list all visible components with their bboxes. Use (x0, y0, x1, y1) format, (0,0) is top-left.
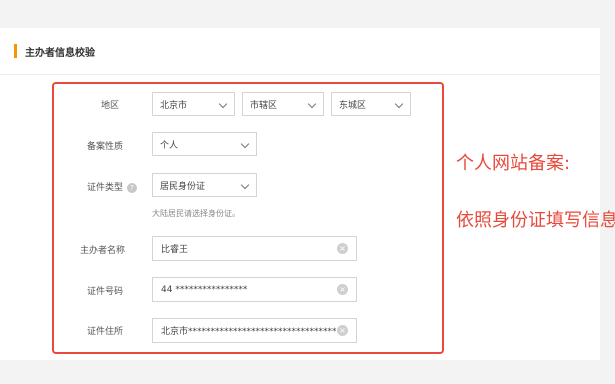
highlight-frame (52, 82, 444, 354)
sponsor-name-input[interactable]: 比睿王 × (152, 236, 357, 261)
id-address-value: 北京市*************************************… (161, 327, 336, 337)
nature-value: 个人 (160, 140, 179, 151)
id-number-label: 证件号码 (87, 287, 124, 297)
nature-select[interactable]: 个人 (152, 132, 257, 156)
chevron-down-icon (394, 99, 404, 109)
annotation-line-1: 个人网站备案: (456, 153, 571, 174)
help-icon[interactable]: ? (127, 182, 138, 193)
section-accent-bar (14, 44, 17, 58)
id-type-label-wrap: 证件类型? (87, 180, 138, 193)
section-divider (0, 74, 600, 75)
id-address-label: 证件住所 (87, 327, 124, 337)
chevron-down-icon (307, 99, 317, 109)
id-type-hint: 大陆居民请选择身份证。 (152, 209, 240, 218)
section-title: 主办者信息校验 (25, 47, 95, 59)
city-select[interactable]: 市辖区 (242, 92, 324, 116)
id-address-input[interactable]: 北京市*************************************… (152, 318, 357, 343)
annotation-line-2: 依照身份证填写信息 (456, 210, 615, 231)
clear-icon[interactable]: × (337, 243, 348, 254)
sponsor-name-label: 主办者名称 (80, 246, 126, 256)
clear-icon[interactable]: × (337, 325, 348, 336)
chevron-down-icon (240, 180, 250, 190)
city-value: 市辖区 (250, 100, 278, 111)
id-type-value: 居民身份证 (160, 181, 206, 192)
id-number-input[interactable]: 44 **************** × (152, 277, 357, 302)
region-label: 地区 (101, 101, 120, 111)
chevron-down-icon (240, 139, 250, 149)
id-type-label: 证件类型 (87, 183, 124, 193)
district-value: 东城区 (339, 100, 367, 111)
section-header: 主办者信息校验 (14, 42, 95, 60)
id-type-select[interactable]: 居民身份证 (152, 173, 257, 197)
top-strip (0, 0, 615, 28)
chevron-down-icon (218, 99, 228, 109)
clear-icon[interactable]: × (337, 284, 348, 295)
district-select[interactable]: 东城区 (331, 92, 411, 116)
id-number-value: 44 **************** (161, 284, 248, 295)
province-select[interactable]: 北京市 (152, 92, 235, 116)
province-value: 北京市 (160, 100, 188, 111)
sponsor-name-value: 比睿王 (161, 245, 189, 255)
nature-label: 备案性质 (87, 142, 124, 152)
